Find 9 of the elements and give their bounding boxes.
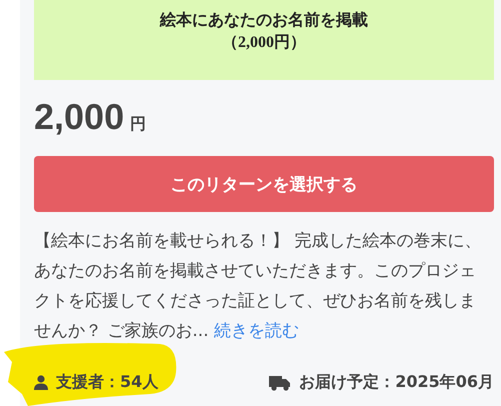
select-reward-button[interactable]: このリターンを選択する — [34, 156, 494, 212]
price-unit: 円 — [130, 115, 146, 135]
banner-subtitle: （2,000円） — [222, 33, 306, 53]
reward-description: 【絵本にお名前を載せられる！】 完成した絵本の巻末に、あなたのお名前を掲載させていただきます。このプロジェクトを応援してくださった証として、ぜひお名前を残しませんか？ ご家族のお... 続きを読む — [34, 230, 482, 343]
read-more-link[interactable]: 続きを読む — [214, 321, 300, 341]
banner-title: 絵本にあなたのお名前を掲載 — [160, 10, 368, 31]
price-amount: 2,000 — [34, 96, 124, 138]
supporters-count: 支援者：54人 — [56, 372, 158, 393]
delivery-date: お届け予定：2025年06月 — [299, 372, 494, 393]
